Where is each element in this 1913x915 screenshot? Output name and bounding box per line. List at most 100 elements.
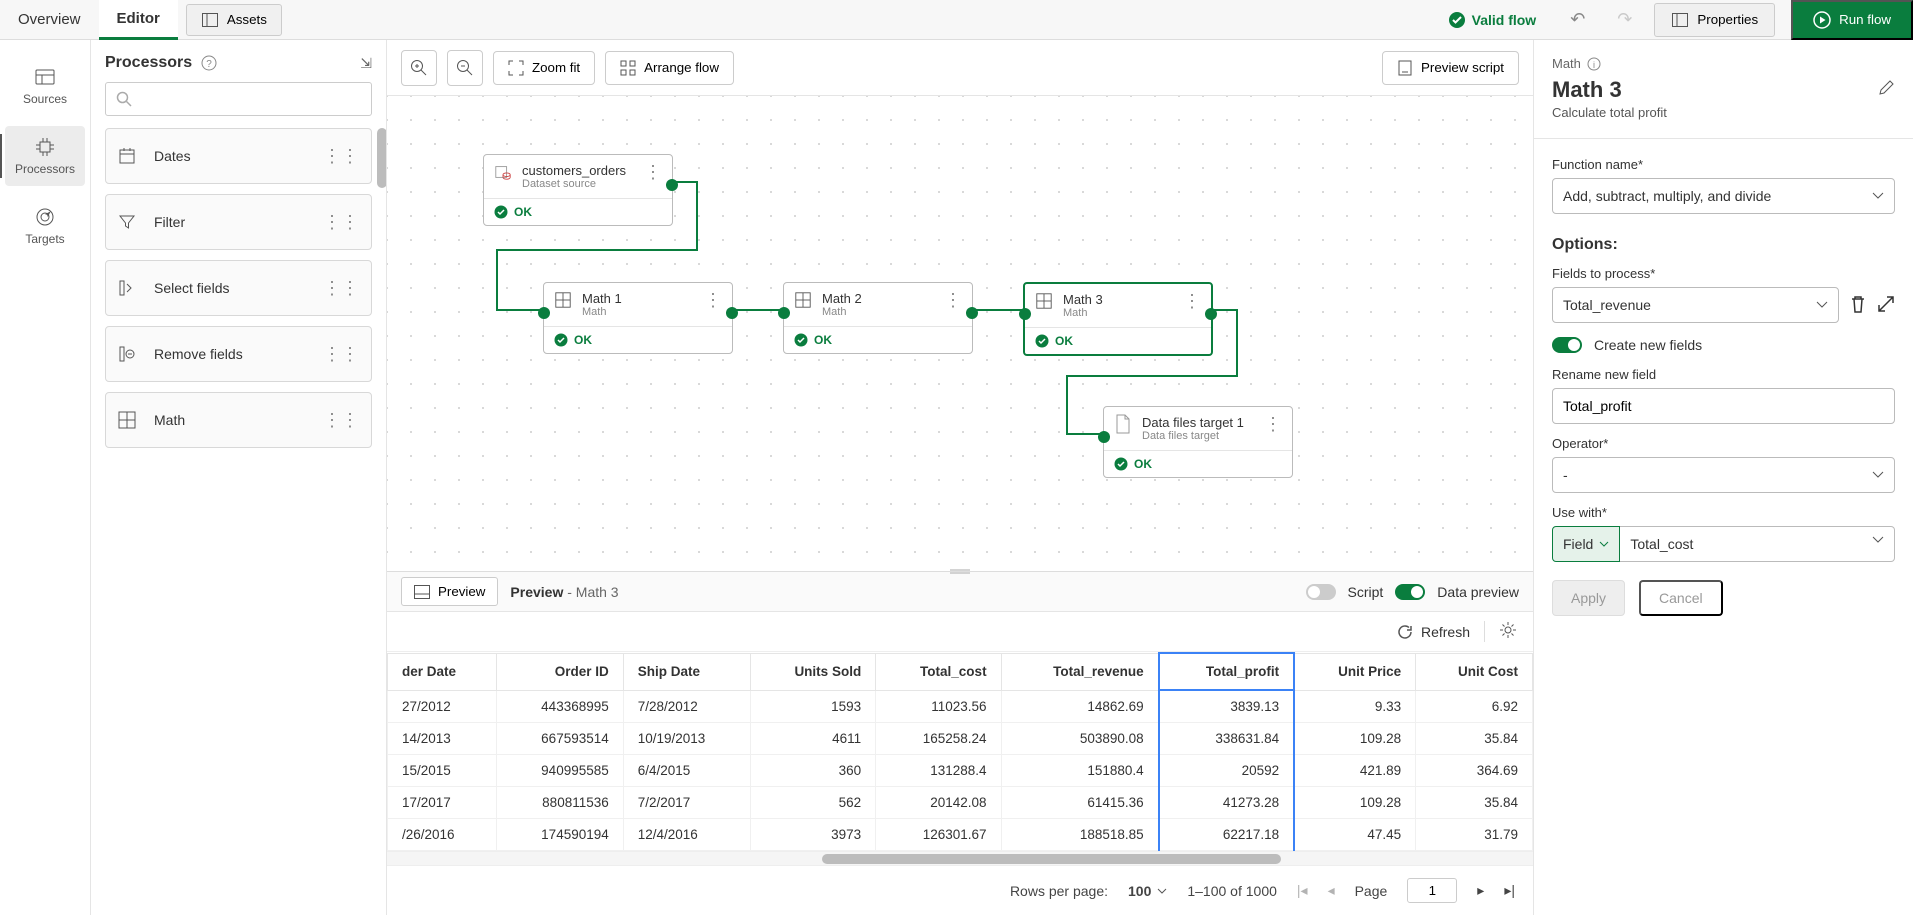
rows-per-page-label: Rows per page:	[1010, 883, 1108, 899]
apply-button[interactable]: Apply	[1552, 580, 1625, 616]
page-prev-button[interactable]: ◂	[1328, 882, 1335, 899]
options-heading: Options:	[1552, 236, 1895, 254]
table-row[interactable]: /26/201617459019412/4/20163973126301.671…	[388, 819, 1533, 851]
node-menu-icon[interactable]: ⋮	[644, 163, 662, 181]
check-circle-icon	[1448, 11, 1466, 29]
processor-dates[interactable]: Dates ⋮⋮	[105, 128, 372, 184]
properties-button[interactable]: Properties	[1654, 3, 1775, 37]
drag-handle-icon[interactable]: ⋮⋮	[323, 410, 359, 431]
script-toggle[interactable]	[1306, 584, 1336, 600]
fields-to-process-select[interactable]: Total_revenue	[1552, 287, 1839, 323]
table-header[interactable]: der Date	[388, 653, 497, 690]
play-circle-icon	[1813, 11, 1831, 29]
node-math-2[interactable]: Math 2Math ⋮ OK	[783, 282, 973, 354]
redo-button[interactable]: ↷	[1607, 3, 1642, 36]
table-header[interactable]: Ship Date	[623, 653, 750, 690]
search-input[interactable]	[105, 82, 372, 116]
nav-sources[interactable]: Sources	[5, 56, 85, 116]
drag-handle-icon[interactable]: ⋮⋮	[323, 344, 359, 365]
calendar-icon	[118, 147, 136, 165]
run-flow-button[interactable]: Run flow	[1791, 0, 1913, 40]
rows-per-page-select[interactable]: 100	[1128, 883, 1167, 899]
expand-field-button[interactable]	[1877, 295, 1895, 316]
table-header[interactable]: Unit Price	[1294, 653, 1415, 690]
preview-button[interactable]: Preview	[401, 577, 498, 606]
table-header[interactable]: Total_cost	[876, 653, 1001, 690]
edit-title-button[interactable]	[1877, 77, 1895, 103]
tab-editor[interactable]: Editor	[99, 0, 178, 40]
use-with-value-select[interactable]: Total_cost	[1620, 526, 1895, 562]
page-input[interactable]	[1407, 878, 1457, 903]
arrange-flow-button[interactable]: Arrange flow	[605, 51, 734, 85]
nav-targets[interactable]: Targets	[5, 196, 85, 256]
node-menu-icon[interactable]: ⋮	[944, 291, 962, 309]
table-row[interactable]: 17/20178808115367/2/201756220142.0861415…	[388, 787, 1533, 819]
filter-icon	[118, 213, 136, 231]
refresh-icon	[1397, 624, 1413, 640]
drag-handle-icon[interactable]: ⋮⋮	[323, 278, 359, 299]
data-preview-toggle-label: Data preview	[1437, 584, 1519, 600]
processor-filter[interactable]: Filter ⋮⋮	[105, 194, 372, 250]
properties-label: Properties	[1697, 12, 1758, 27]
ok-icon	[494, 205, 508, 219]
undo-button[interactable]: ↶	[1560, 3, 1595, 36]
rename-field-input[interactable]	[1552, 388, 1895, 424]
node-source[interactable]: customers_ordersDataset source ⋮ OK	[483, 154, 673, 226]
info-icon[interactable]: i	[1587, 57, 1601, 71]
drag-handle-icon[interactable]: ⋮⋮	[323, 212, 359, 233]
delete-field-button[interactable]	[1849, 294, 1867, 317]
table-row[interactable]: 15/20159409955856/4/2015360131288.415188…	[388, 755, 1533, 787]
function-name-select[interactable]: Add, subtract, multiply, and divide	[1552, 178, 1895, 214]
page-last-button[interactable]: ▸|	[1504, 882, 1515, 899]
processor-label: Remove fields	[154, 346, 243, 362]
resize-handle-icon[interactable]	[946, 569, 974, 575]
horizontal-scrollbar[interactable]	[387, 851, 1533, 865]
zoom-out-button[interactable]	[447, 50, 483, 86]
processor-remove-fields[interactable]: Remove fields ⋮⋮	[105, 326, 372, 382]
help-icon[interactable]: ?	[200, 54, 218, 72]
table-row[interactable]: 14/201366759351410/19/20134611165258.245…	[388, 723, 1533, 755]
arrange-label: Arrange flow	[644, 60, 719, 75]
file-icon	[1114, 415, 1132, 433]
page-first-button[interactable]: |◂	[1297, 882, 1308, 899]
table-header[interactable]: Unit Cost	[1416, 653, 1533, 690]
node-math-3[interactable]: Math 3Math ⋮ OK	[1023, 282, 1213, 356]
create-new-fields-toggle[interactable]	[1552, 337, 1582, 353]
page-range: 1–100 of 1000	[1187, 883, 1277, 899]
table-header[interactable]: Order ID	[496, 653, 623, 690]
chevron-down-icon	[1872, 536, 1884, 544]
node-menu-icon[interactable]: ⋮	[1183, 292, 1201, 310]
table-header[interactable]: Total_revenue	[1001, 653, 1159, 690]
sources-icon	[34, 66, 56, 88]
preview-script-button[interactable]: Preview script	[1382, 51, 1519, 85]
node-menu-icon[interactable]: ⋮	[1264, 415, 1282, 433]
table-row[interactable]: 27/20124433689957/28/2012159311023.56148…	[388, 690, 1533, 723]
processor-math[interactable]: Math ⋮⋮	[105, 392, 372, 448]
table-header[interactable]: Units Sold	[750, 653, 876, 690]
preview-table-area: Refresh der DateOrder IDShip DateUnits S…	[387, 611, 1533, 915]
zoom-in-button[interactable]	[401, 50, 437, 86]
flow-canvas[interactable]: customers_ordersDataset source ⋮ OK Math…	[387, 96, 1533, 571]
collapse-icon[interactable]: ⇲	[360, 55, 372, 72]
zoom-fit-button[interactable]: Zoom fit	[493, 51, 595, 85]
scrollbar-thumb[interactable]	[377, 128, 386, 188]
table-header[interactable]: Total_profit	[1159, 653, 1295, 690]
processor-label: Dates	[154, 148, 191, 164]
cancel-button[interactable]: Cancel	[1639, 580, 1723, 616]
assets-button[interactable]: Assets	[186, 4, 282, 36]
drag-handle-icon[interactable]: ⋮⋮	[323, 146, 359, 167]
node-menu-icon[interactable]: ⋮	[704, 291, 722, 309]
svg-text:i: i	[1593, 60, 1595, 70]
node-subtitle: Math	[1063, 307, 1103, 319]
operator-select[interactable]: -	[1552, 457, 1895, 493]
nav-processors[interactable]: Processors	[5, 126, 85, 186]
data-preview-toggle[interactable]	[1395, 584, 1425, 600]
page-next-button[interactable]: ▸	[1477, 882, 1484, 899]
tab-overview[interactable]: Overview	[0, 0, 99, 40]
node-target[interactable]: Data files target 1Data files target ⋮ O…	[1103, 406, 1293, 478]
use-with-kind-select[interactable]: Field	[1552, 526, 1620, 562]
node-math-1[interactable]: Math 1Math ⋮ OK	[543, 282, 733, 354]
refresh-button[interactable]: Refresh	[1397, 624, 1470, 640]
settings-button[interactable]	[1484, 621, 1517, 642]
processor-select-fields[interactable]: Select fields ⋮⋮	[105, 260, 372, 316]
